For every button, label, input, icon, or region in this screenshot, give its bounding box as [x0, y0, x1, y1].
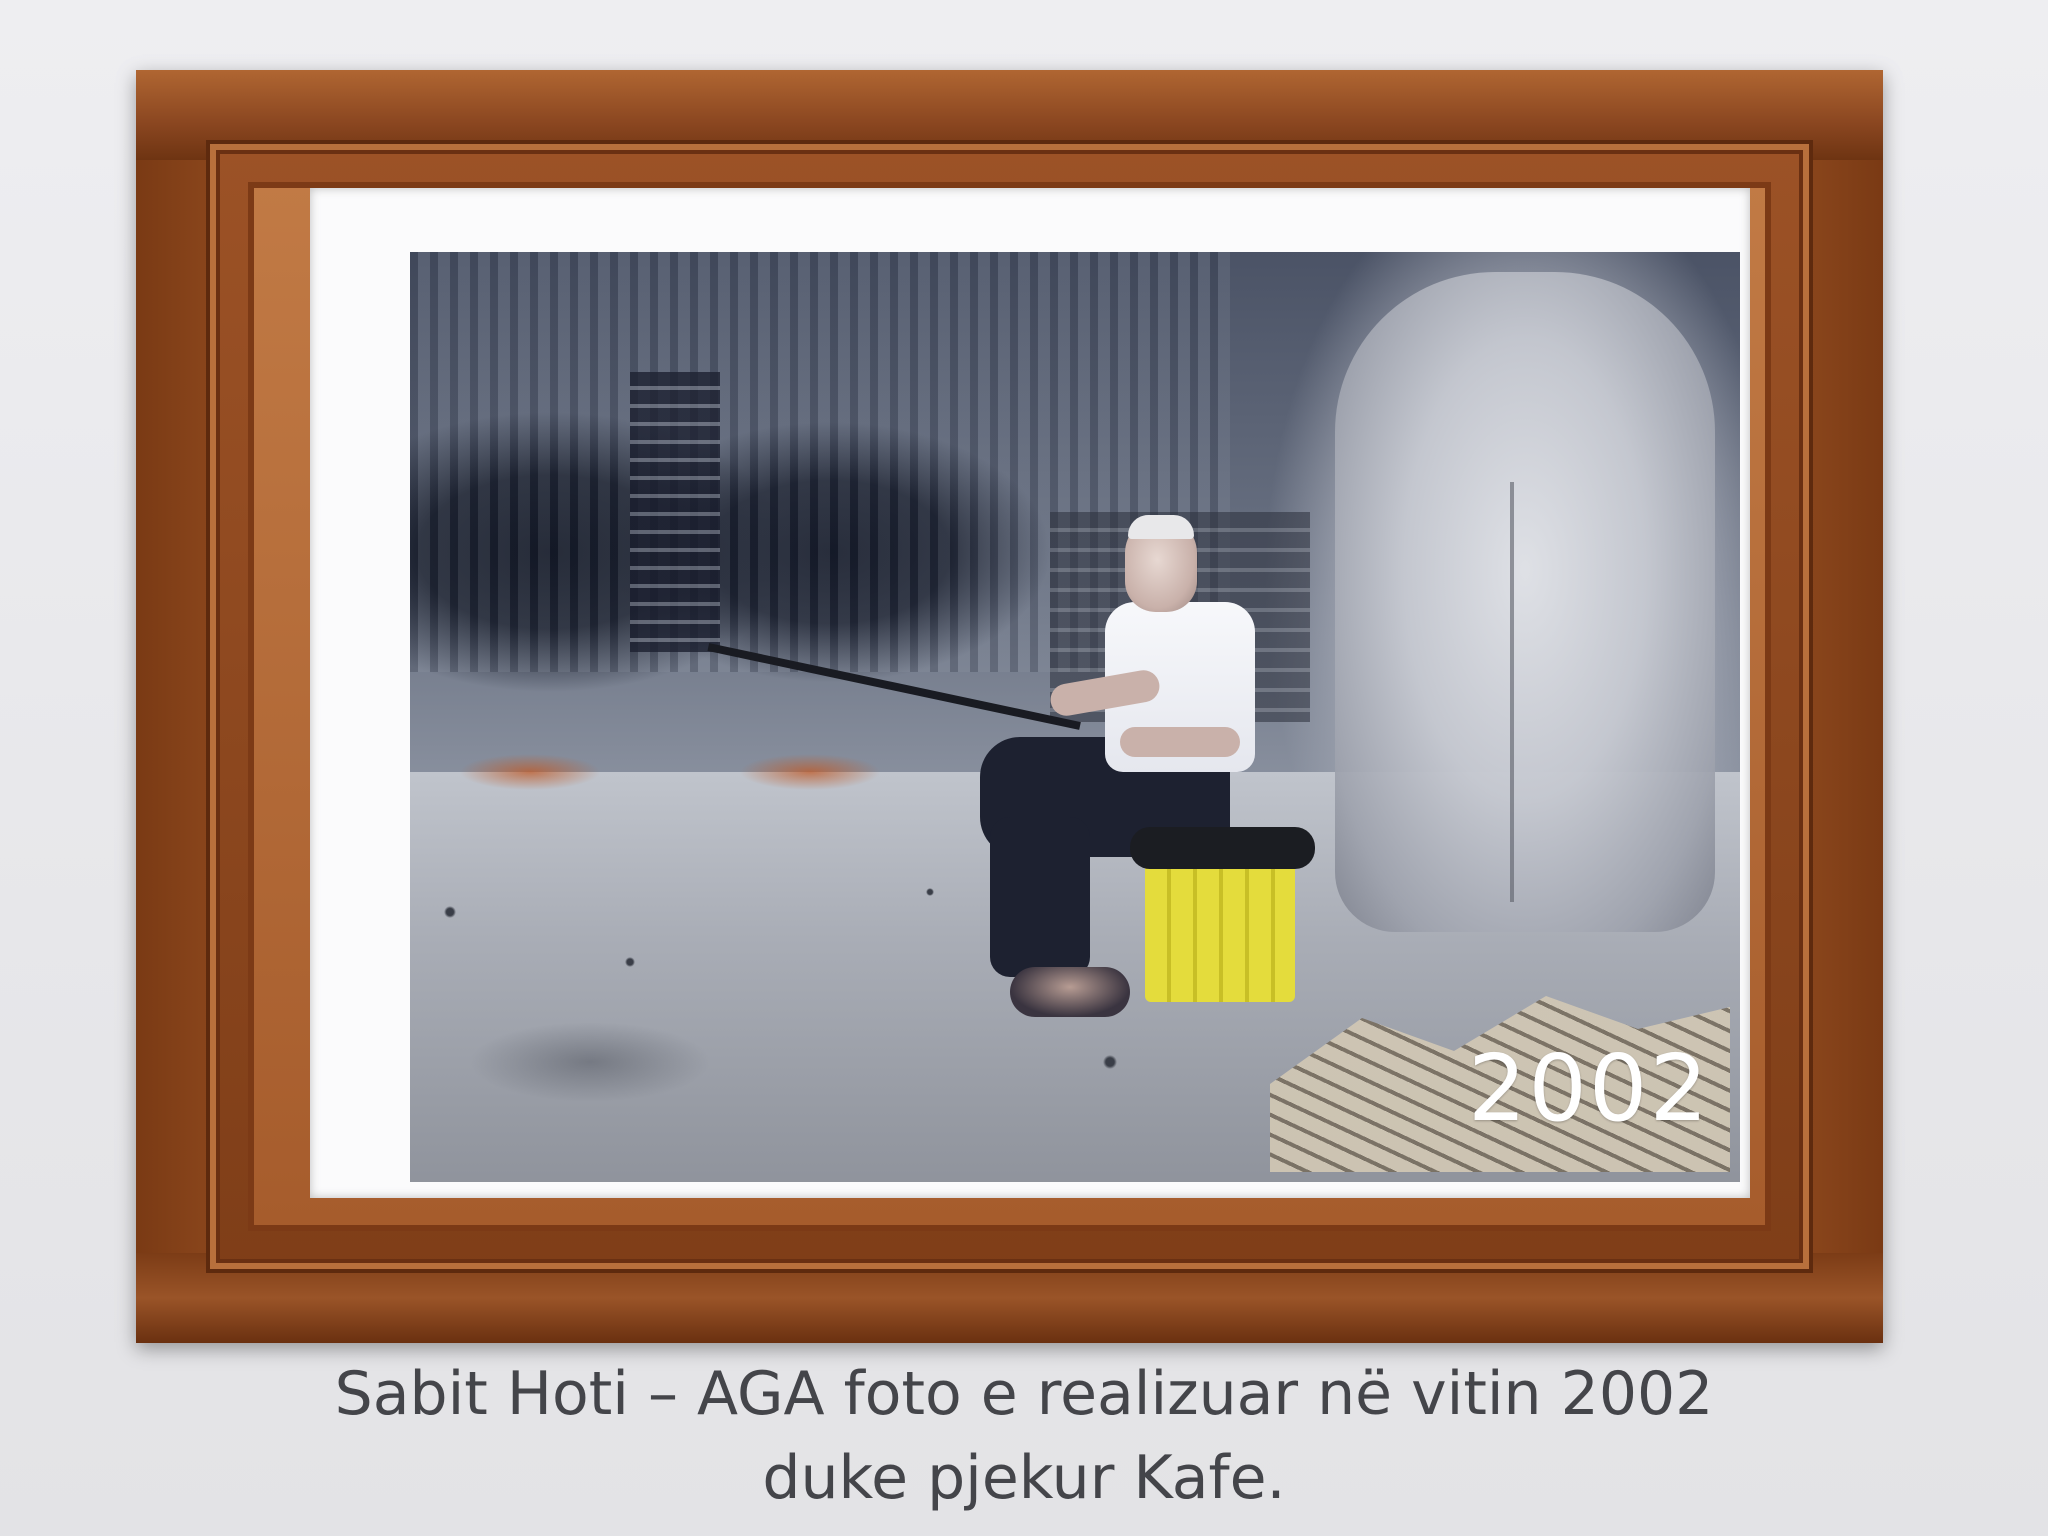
- clay-kiln: [1335, 272, 1715, 932]
- yellow-crate: [1145, 852, 1295, 1002]
- kiln-seam: [1510, 482, 1514, 902]
- photo-caption: Sabit Hoti – AGA foto e realizuar në vit…: [0, 1352, 2048, 1520]
- year-stamp: 2002: [1467, 1035, 1710, 1142]
- man-hair: [1128, 515, 1194, 539]
- caption-line-1: Sabit Hoti – AGA foto e realizuar në vit…: [334, 1359, 1714, 1429]
- white-mat-border: 2002: [310, 188, 1750, 1198]
- framed-photograph: 2002: [410, 252, 1740, 1182]
- roastery-scene: 2002: [410, 252, 1740, 1182]
- caption-line-2: duke pjekur Kafe.: [762, 1443, 1286, 1513]
- man-legs: [990, 817, 1090, 977]
- fire-embers: [430, 732, 910, 812]
- man-sandals: [1010, 967, 1130, 1017]
- man-right-arm: [1120, 727, 1240, 757]
- wooden-picture-frame: 2002: [136, 70, 1883, 1343]
- crate-cushion: [1130, 827, 1315, 869]
- brick-column: [630, 372, 720, 652]
- wall-display: 2002 Sabit Hoti – AGA foto e realizuar n…: [0, 0, 2048, 1536]
